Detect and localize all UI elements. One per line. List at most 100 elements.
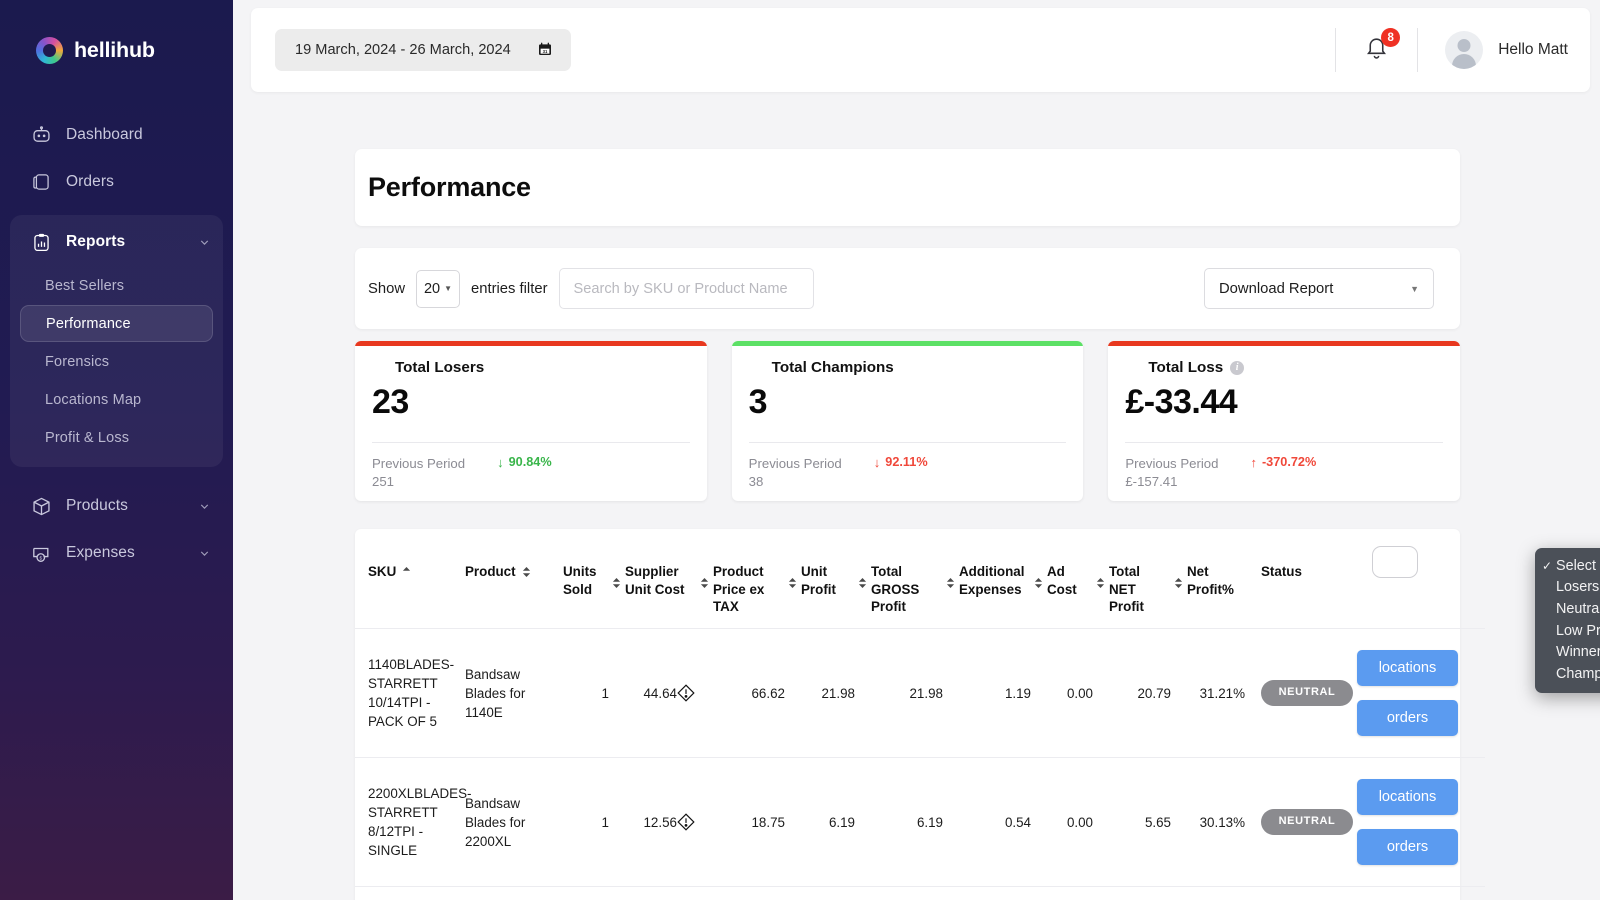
sort-both-icon xyxy=(946,578,955,588)
calendar-icon[interactable]: 31 xyxy=(537,41,553,60)
cell-unit-profit: 6.19 xyxy=(801,757,871,887)
locations-button[interactable]: locations xyxy=(1357,650,1458,687)
kpi-value: 23 xyxy=(372,383,409,421)
cell-ad-cost: 0.00 xyxy=(1047,886,1109,900)
sidebar-item-products[interactable]: Products xyxy=(10,483,223,529)
sidebar-item-forensics[interactable]: Forensics xyxy=(20,343,213,380)
filter-option-low-profit[interactable]: Low Profit xyxy=(1535,620,1600,642)
sidebar-item-label: Reports xyxy=(66,233,126,250)
table-row: 1140BLADES-STARRETT 10/14TPI - PACK OF 5… xyxy=(355,628,1485,758)
entries-controls: Show 20 ▼ entries filter xyxy=(368,268,814,309)
kpi-previous-label: Previous Period xyxy=(1125,456,1219,471)
search-input[interactable] xyxy=(558,268,814,309)
sort-both-icon xyxy=(1174,578,1183,588)
arrow-down-icon: ↓ xyxy=(497,454,504,470)
sidebar-item-dashboard[interactable]: Dashboard xyxy=(10,112,223,158)
kpi-previous-label: Previous Period xyxy=(372,456,466,471)
cell-total-gross-profit: 9.34 xyxy=(871,886,959,900)
sidebar-item-reports[interactable]: Reports xyxy=(10,219,223,265)
kpi-title-text: Total Champions xyxy=(771,359,894,376)
cell-product: Bandsaw Blades for 1140E xyxy=(465,628,563,758)
performance-table-panel: SKU Product Units Sold Supplier Unit Cos… xyxy=(355,529,1485,900)
status-filter-select[interactable] xyxy=(1372,546,1418,578)
orders-button[interactable]: orders xyxy=(1357,829,1458,866)
cell-actions: locations orders xyxy=(1357,757,1485,887)
col-additional-expenses[interactable]: Additional Expenses xyxy=(959,529,1047,629)
filter-option-winners[interactable]: Winners xyxy=(1535,641,1600,663)
col-total-net-profit[interactable]: Total NET Profit xyxy=(1109,529,1187,629)
kpi-delta: ↓ 90.84% xyxy=(497,455,552,469)
cell-ad-cost: 0.00 xyxy=(1047,628,1109,758)
date-range-picker[interactable]: 19 March, 2024 - 26 March, 2024 31 xyxy=(275,29,571,71)
kpi-card-total-losers: Total Losers 23 Previous Period 251 ↓ 90… xyxy=(355,341,707,501)
sidebar-item-expenses[interactable]: $ Expenses xyxy=(10,530,223,576)
show-label: Show xyxy=(368,280,406,297)
col-product[interactable]: Product xyxy=(465,529,563,629)
col-total-gross-profit[interactable]: Total GROSS Profit xyxy=(871,529,959,629)
option-label: Winners xyxy=(1556,644,1600,661)
orders-button[interactable]: orders xyxy=(1357,700,1458,737)
sidebar-item-orders[interactable]: Orders xyxy=(10,159,223,205)
warning-icon[interactable] xyxy=(675,682,697,704)
status-filter-dropdown-menu[interactable]: ✓ Select Filter Losers Neutrals Low Prof… xyxy=(1535,548,1600,693)
kpi-previous-value: £-157.41 xyxy=(1125,473,1178,489)
cell-unit-profit: 9.34 xyxy=(801,886,871,900)
kpi-delta-value: 90.84% xyxy=(508,455,552,469)
filter-option-champion[interactable]: Champion xyxy=(1535,663,1600,685)
download-report-select[interactable]: Download Report ▼ xyxy=(1204,268,1434,309)
page-content: Performance Show 20 ▼ entries filter Dow… xyxy=(233,92,1600,900)
col-units-sold[interactable]: Units Sold xyxy=(563,529,625,629)
notification-badge: 8 xyxy=(1381,28,1401,47)
cell-total-gross-profit: 6.19 xyxy=(871,757,959,887)
filter-option-select-filter[interactable]: ✓ Select Filter xyxy=(1535,555,1600,577)
sidebar-item-profit-loss[interactable]: Profit & Loss xyxy=(20,419,213,456)
cell-sku: 2510960 xyxy=(355,886,465,900)
sort-both-icon xyxy=(612,578,621,588)
col-label: Additional Expenses xyxy=(959,564,1025,597)
sidebar-subitem-label: Profit & Loss xyxy=(45,429,130,446)
col-unit-profit[interactable]: Unit Profit xyxy=(801,529,871,629)
cell-sku: 1140BLADES-STARRETT 10/14TPI - PACK OF 5 xyxy=(355,628,465,758)
filter-option-losers[interactable]: Losers xyxy=(1535,577,1600,599)
sidebar: hellihub Dashboard Orders Reports Best S… xyxy=(0,0,233,900)
svg-text:31: 31 xyxy=(542,49,547,54)
col-label: Product xyxy=(465,564,516,579)
top-bar: 19 March, 2024 - 26 March, 2024 31 8 Hel… xyxy=(251,8,1590,92)
sidebar-item-best-sellers[interactable]: Best Sellers xyxy=(20,267,213,304)
sort-both-icon xyxy=(858,578,867,588)
sort-both-icon xyxy=(522,567,530,577)
col-supplier-unit-cost[interactable]: Supplier Unit Cost xyxy=(625,529,713,629)
notifications-button[interactable]: 8 xyxy=(1336,28,1417,65)
cell-total-net-profit: 5.65 xyxy=(1109,757,1187,887)
check-icon: ✓ xyxy=(1542,558,1553,573)
cell-supplier-unit-cost: 18.95 xyxy=(625,886,713,900)
col-label: Total GROSS Profit xyxy=(871,564,920,615)
kpi-delta-value: 92.11% xyxy=(885,455,928,469)
col-net-profit-pct[interactable]: Net Profit% xyxy=(1187,529,1261,629)
entries-per-page-value: 20 xyxy=(423,280,441,297)
kpi-delta: ↓ 92.11% xyxy=(874,455,928,469)
warning-icon[interactable] xyxy=(675,811,697,833)
cell-product-price-ex-tax: 28.29 xyxy=(713,886,801,900)
filter-option-neutrals[interactable]: Neutrals xyxy=(1535,598,1600,620)
performance-table: SKU Product Units Sold Supplier Unit Cos… xyxy=(355,529,1485,900)
money-icon: $ xyxy=(30,542,52,564)
kpi-delta-value: -370.72% xyxy=(1261,455,1317,469)
user-menu[interactable]: Hello Matt xyxy=(1418,31,1568,69)
table-body: 1140BLADES-STARRETT 10/14TPI - PACK OF 5… xyxy=(355,628,1485,900)
locations-button[interactable]: locations xyxy=(1357,779,1458,816)
sidebar-item-locations-map[interactable]: Locations Map xyxy=(20,381,213,418)
col-product-price-ex-tax[interactable]: Product Price ex TAX xyxy=(713,529,801,629)
cell-supplier-unit-cost: 12.56 xyxy=(625,757,713,887)
cell-value: 12.56 xyxy=(643,814,677,830)
arrow-down-icon: ↓ xyxy=(873,454,881,470)
sidebar-group-reports: Reports Best Sellers Performance Forensi… xyxy=(10,215,223,467)
sidebar-item-performance[interactable]: Performance xyxy=(20,305,213,342)
col-ad-cost[interactable]: Ad Cost xyxy=(1047,529,1109,629)
chevron-down-icon: ▼ xyxy=(1410,283,1419,294)
brand-logo[interactable]: hellihub xyxy=(0,26,233,74)
col-sku[interactable]: SKU xyxy=(355,529,465,629)
info-icon[interactable]: i xyxy=(1230,360,1245,375)
entries-per-page-select[interactable]: 20 ▼ xyxy=(416,269,461,308)
cell-net-profit-pct: 29.15% xyxy=(1187,886,1261,900)
